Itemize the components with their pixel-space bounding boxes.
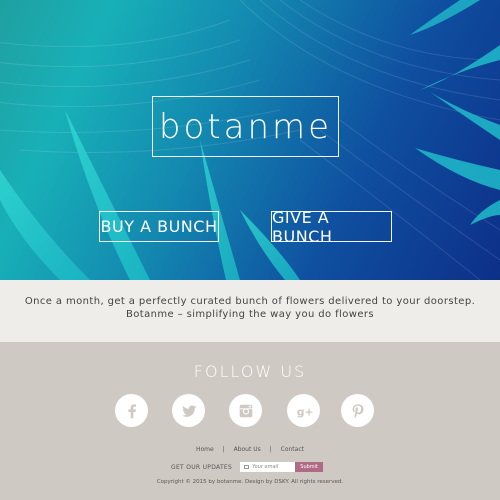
give-a-bunch-button[interactable]: GIVE A BUNCH bbox=[271, 208, 392, 246]
submit-label: Submit bbox=[300, 464, 319, 470]
buy-a-bunch-label: BUY A BUNCH bbox=[100, 217, 218, 236]
footer: FOLLOW US g+ Home | About Us | Contact G… bbox=[0, 342, 500, 500]
hero-banner: botanme BUY A BUNCH GIVE A BUNCH bbox=[0, 0, 500, 280]
twitter-link[interactable] bbox=[172, 394, 205, 427]
tagline-band: Once a month, get a perfectly curated bu… bbox=[0, 280, 500, 342]
tagline-line-2: Botanme – simplifying the way you do flo… bbox=[125, 309, 374, 320]
submit-button[interactable]: Submit bbox=[295, 462, 324, 472]
copyright-text: Copyright © 2015 by botanme. Design by D… bbox=[156, 479, 344, 485]
give-a-bunch-label: GIVE A BUNCH bbox=[272, 207, 333, 246]
facebook-link[interactable] bbox=[115, 394, 148, 427]
tagline-line-1: Once a month, get a perfectly curated bu… bbox=[24, 296, 476, 307]
svg-text:g+: g+ bbox=[296, 405, 312, 418]
google-plus-link[interactable]: g+ bbox=[287, 394, 320, 427]
email-placeholder: Your email bbox=[252, 464, 279, 470]
pinterest-icon bbox=[352, 403, 363, 418]
contact-link[interactable]: Contact bbox=[281, 446, 304, 453]
brand-name: botanme bbox=[158, 106, 333, 147]
link-separator: | bbox=[222, 446, 225, 453]
updates-label: GET OUR UPDATES bbox=[171, 463, 233, 471]
facebook-icon bbox=[127, 403, 136, 418]
link-separator: | bbox=[269, 446, 272, 453]
footer-links: Home | About Us | Contact bbox=[0, 446, 500, 453]
brand-logo[interactable]: botanme bbox=[152, 96, 339, 157]
home-link[interactable]: Home bbox=[196, 446, 214, 453]
google-plus-icon: g+ bbox=[296, 405, 312, 418]
email-input[interactable]: Your email bbox=[240, 462, 296, 472]
about-us-link[interactable]: About Us bbox=[234, 446, 261, 453]
newsletter-form: GET OUR UPDATES Your email Submit bbox=[171, 462, 324, 472]
buy-a-bunch-button[interactable]: BUY A BUNCH bbox=[99, 211, 219, 242]
instagram-link[interactable] bbox=[229, 394, 262, 427]
follow-us-heading: FOLLOW US bbox=[193, 362, 307, 381]
envelope-icon bbox=[244, 465, 250, 469]
instagram-icon bbox=[239, 404, 252, 417]
twitter-icon bbox=[181, 404, 196, 417]
pinterest-link[interactable] bbox=[341, 394, 374, 427]
